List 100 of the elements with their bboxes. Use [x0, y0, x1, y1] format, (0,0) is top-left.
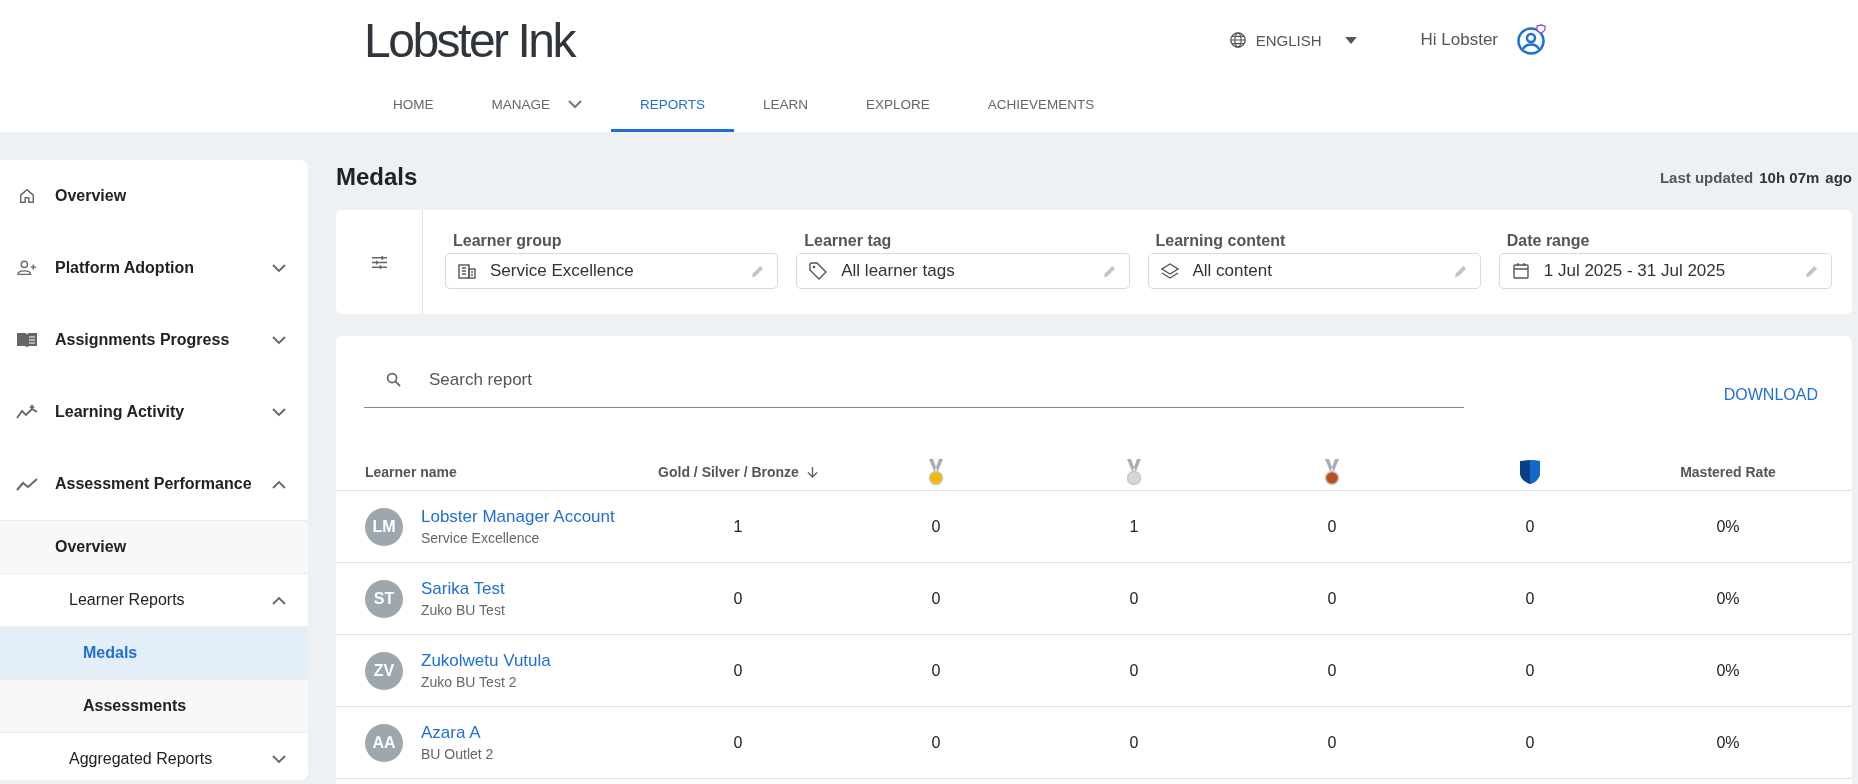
learner-name-link[interactable]: Zukolwetu Vutula	[421, 651, 551, 671]
expand-icon	[272, 335, 286, 345]
table-cell: 0	[1327, 733, 1337, 752]
table-cell: 0	[1525, 661, 1535, 680]
sidebar-item-label: Aggregated Reports	[69, 750, 214, 768]
table-cell: 0	[1327, 517, 1337, 536]
expand-icon	[272, 407, 286, 417]
last-updated-suffix: ago	[1825, 168, 1852, 186]
sidebar-item-label: Assessment Performance	[55, 475, 253, 493]
learner-group: Service Excellence	[421, 530, 615, 546]
download-link[interactable]: DOWNLOAD	[1717, 385, 1824, 405]
sidebar-item-label: Overview	[55, 538, 128, 556]
last-updated-label: Last updated	[1659, 168, 1754, 186]
medal-icon	[1124, 458, 1144, 486]
caret-icon	[1344, 36, 1357, 44]
table-cell: 0%	[1716, 733, 1740, 752]
edit-icon	[1804, 263, 1819, 279]
filter-label: Learner group	[452, 232, 563, 250]
column-header: Learner name	[365, 464, 457, 480]
avatar: AA	[365, 723, 403, 762]
edit-icon	[1101, 263, 1117, 279]
filter-field[interactable]: All learner tags	[796, 253, 1130, 289]
sidebar-item-label: Medals	[83, 644, 139, 662]
learner-group: BU Outlet 2	[421, 746, 494, 762]
table-cell: 0	[1327, 661, 1337, 680]
globe-icon	[1228, 31, 1247, 49]
column-header[interactable]: Gold / Silver / Bronze	[658, 464, 799, 480]
building-icon	[458, 262, 476, 280]
sidebar-item-label: Assignments Progress	[55, 331, 231, 349]
avatar: LM	[365, 507, 403, 546]
edit-icon	[750, 263, 766, 279]
table-cell: 0	[1327, 589, 1337, 608]
search-icon	[386, 372, 401, 387]
filter-settings-icon[interactable]	[370, 254, 388, 270]
table-cell: 0	[1525, 589, 1535, 608]
sidebar-item[interactable]: Assessment Performance	[0, 448, 308, 520]
edit-icon	[1452, 263, 1468, 279]
nav-tab[interactable]: MANAGE	[462, 80, 611, 132]
table-cell: 0	[1525, 733, 1535, 752]
table-cell: 0	[931, 589, 941, 608]
table-cell: 0	[733, 589, 743, 608]
learner-name-link[interactable]: Lobster Manager Account	[421, 507, 615, 527]
filter-field[interactable]: All content	[1147, 253, 1481, 289]
sidebar-item[interactable]: Platform Adoption	[0, 232, 308, 304]
sidebar-item[interactable]: Aggregated Reports	[0, 732, 308, 780]
table-cell: 0	[931, 517, 941, 536]
filter-label: Learner tag	[803, 232, 893, 250]
shield-icon	[1519, 459, 1541, 485]
table-cell: 0	[1129, 589, 1139, 608]
learner-name-link[interactable]: Sarika Test	[421, 579, 505, 599]
medal-icon	[1322, 458, 1342, 486]
collapse-icon	[272, 595, 286, 605]
calendar-icon	[1511, 262, 1530, 280]
nav-tab[interactable]: EXPLORE	[837, 80, 959, 132]
language-selector[interactable]: ENGLISH	[1222, 30, 1363, 50]
layers-icon	[1160, 262, 1179, 280]
collapse-icon	[272, 479, 286, 489]
sidebar-item[interactable]: Assignments Progress	[0, 304, 308, 376]
sidebar-item[interactable]: Learning Activity	[0, 376, 308, 448]
nav-tab[interactable]: LEARN	[734, 80, 838, 132]
filter-label: Learning content	[1154, 232, 1287, 250]
sidebar-item-label: Learner Reports	[69, 591, 186, 609]
logo[interactable]: Lobster Ink	[364, 12, 574, 68]
page-title: Medals	[336, 163, 418, 191]
expand-icon	[272, 754, 286, 764]
tag-icon	[809, 262, 828, 280]
sidebar-item[interactable]: Medals	[0, 626, 308, 679]
avatar: ZV	[365, 651, 403, 690]
nav-tab[interactable]: REPORTS	[611, 80, 735, 132]
greeting: Hi Lobster	[1420, 30, 1498, 50]
user-avatar-icon[interactable]	[1516, 24, 1548, 56]
table-cell: 0%	[1716, 517, 1740, 536]
search-field[interactable]: Search report	[427, 368, 1464, 391]
filter-field[interactable]: Service Excellence	[445, 253, 779, 289]
sidebar-item[interactable]: Overview	[0, 160, 308, 232]
nav-tab[interactable]: ACHIEVEMENTS	[958, 80, 1124, 132]
book-icon	[16, 331, 38, 349]
sidebar-item[interactable]: Assessments	[0, 679, 308, 732]
table-cell: 0	[1129, 661, 1139, 680]
sidebar-item-label: Learning Activity	[55, 403, 186, 421]
table-cell: 0	[733, 661, 743, 680]
sidebar-item[interactable]: Overview	[0, 520, 308, 573]
sidebar-item-label: Platform Adoption	[55, 259, 195, 277]
sort-descending-icon[interactable]	[806, 465, 818, 479]
filter-label: Date range	[1505, 232, 1591, 250]
learner-group: Zuko BU Test	[421, 602, 505, 618]
expand-icon	[272, 263, 286, 273]
chevron-down-icon	[568, 100, 582, 109]
table-cell: 0	[931, 661, 941, 680]
table-cell: 1	[733, 517, 743, 536]
sparkle-chart-icon	[16, 403, 38, 421]
table-cell: 0	[1129, 733, 1139, 752]
learner-group: Zuko BU Test 2	[421, 674, 551, 690]
learner-name-link[interactable]: Azara A	[421, 723, 494, 743]
table-cell: 0	[1525, 517, 1535, 536]
table-cell: 0%	[1716, 589, 1740, 608]
nav-tab[interactable]: HOME	[364, 80, 463, 132]
filter-field[interactable]: 1 Jul 2025 - 31 Jul 2025	[1498, 253, 1832, 289]
user-add-icon	[16, 259, 38, 277]
column-header: Mastered Rate	[1680, 464, 1776, 480]
